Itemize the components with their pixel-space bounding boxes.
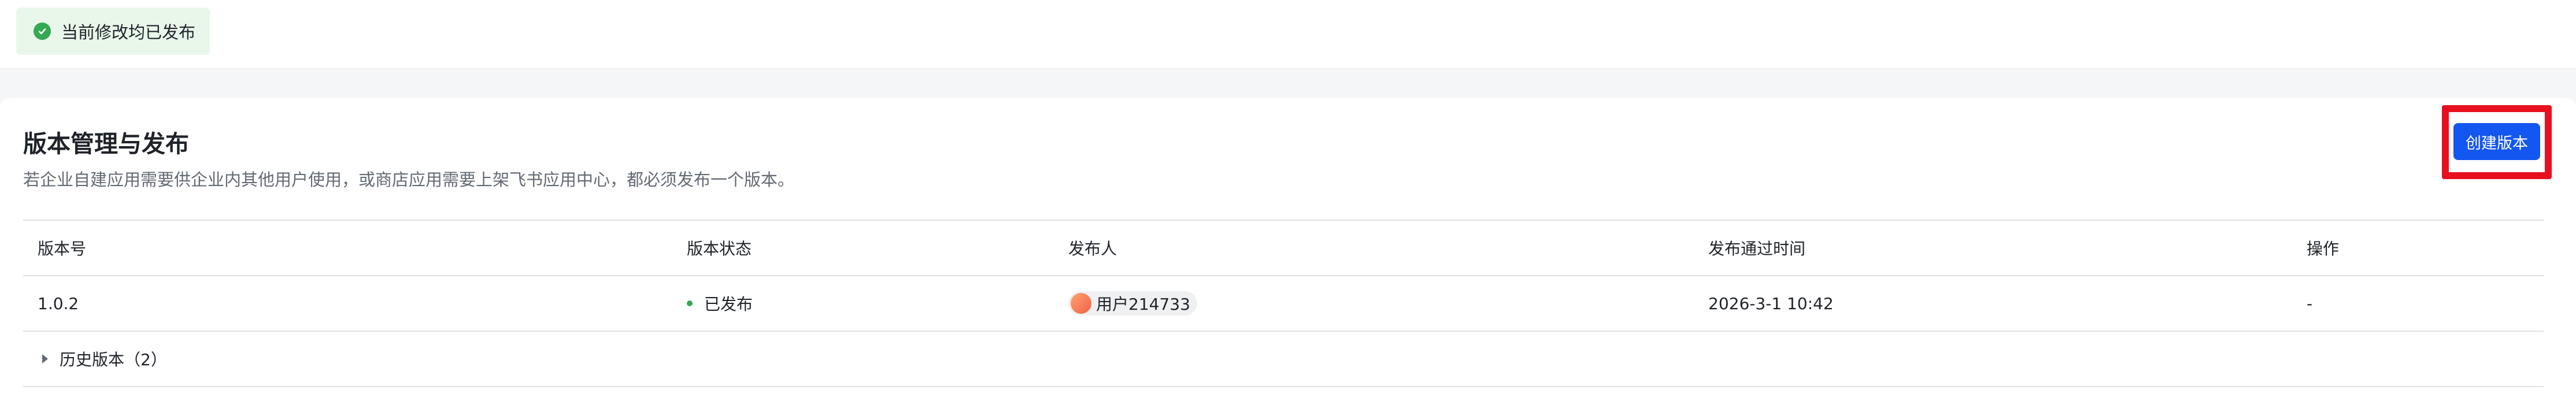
caret-right-icon <box>42 354 48 363</box>
version-status: 已发布 <box>687 276 753 331</box>
version-number: 1.0.2 <box>38 294 79 313</box>
history-versions-toggle[interactable]: 历史版本（2） <box>42 332 167 386</box>
history-row: 历史版本（2） <box>23 332 2544 387</box>
publisher-chip[interactable]: 用户214733 <box>1068 291 1197 315</box>
row-action: - <box>2307 294 2313 313</box>
table-row: 1.0.2 已发布 用户214733 2026-3-1 10:42 - <box>23 276 2544 332</box>
check-circle-icon <box>34 23 51 40</box>
column-header-status: 版本状态 <box>687 239 752 258</box>
version-management-card: 版本管理与发布 若企业自建应用需要供企业内其他用户使用，或商店应用需要上架飞书应… <box>0 98 2576 401</box>
create-version-button[interactable]: 创建版本 <box>2453 123 2540 160</box>
avatar <box>1071 293 1091 314</box>
page-title: 版本管理与发布 <box>23 130 189 158</box>
history-label: 历史版本（2） <box>60 350 167 369</box>
publisher-name: 用户214733 <box>1096 295 1190 314</box>
published-at: 2026-3-1 10:42 <box>1708 294 1834 313</box>
status-text: 当前修改均已发布 <box>61 23 196 42</box>
version-table: 版本号 版本状态 发布人 发布通过时间 操作 1.0.2 已发布 用户21473… <box>23 220 2544 387</box>
section-description: 若企业自建应用需要供企业内其他用户使用，或商店应用需要上架飞书应用中心，都必须发… <box>23 170 795 190</box>
column-header-published-at: 发布通过时间 <box>1708 239 1806 258</box>
status-label: 已发布 <box>704 295 753 314</box>
publisher: 用户214733 <box>1068 276 1197 331</box>
top-status-bar: 当前修改均已发布 <box>0 0 2576 69</box>
table-header: 版本号 版本状态 发布人 发布通过时间 操作 <box>23 221 2544 276</box>
column-header-actions: 操作 <box>2307 239 2340 258</box>
publish-status-banner: 当前修改均已发布 <box>16 8 210 55</box>
status-dot-icon <box>687 300 693 306</box>
column-header-publisher: 发布人 <box>1068 239 1117 258</box>
column-header-version: 版本号 <box>38 239 87 258</box>
